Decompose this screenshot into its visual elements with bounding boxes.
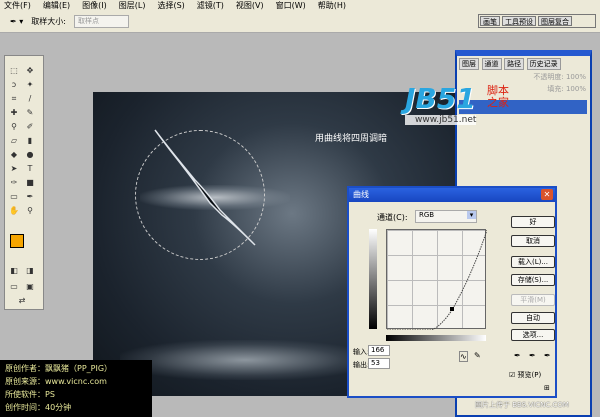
- credit-time: 创作时间：40分钟: [5, 403, 72, 412]
- channel-label: 通道(C):: [377, 213, 408, 222]
- curves-titlebar[interactable]: 曲线 ✕: [349, 188, 555, 202]
- options-button[interactable]: 选项...: [511, 329, 555, 341]
- layer-row-selected[interactable]: [459, 100, 587, 114]
- palette-well: 画笔 工具预设 图层复合: [478, 14, 596, 28]
- save-button[interactable]: 存储(S)...: [511, 274, 555, 286]
- curve-mode-icon[interactable]: ∿: [459, 351, 468, 362]
- smooth-button[interactable]: 平滑(M): [511, 294, 555, 306]
- opacity-field[interactable]: 不透明度: 100%: [457, 72, 590, 82]
- path-select-icon[interactable]: ➤: [9, 164, 19, 174]
- toolbox: ⬚ ✥ ↄ ✦ ⌗ / ✚ ✎ ⚲ ✐ ▱ ▮ ◆ ● ➤ T ✑ ■ ▭ ✒ …: [4, 55, 44, 310]
- curve-line: [387, 229, 488, 331]
- white-eyedropper-icon[interactable]: ✒: [544, 351, 551, 360]
- menu-view[interactable]: 视图(V): [236, 0, 264, 11]
- bird-silhouette: [154, 129, 256, 246]
- channel-select[interactable]: RGB ▾: [415, 210, 477, 223]
- watermark-logo: JB51 脚本之家 www.jb51.net: [405, 82, 509, 125]
- chevron-down-icon: ▾: [467, 211, 476, 219]
- sample-size-select[interactable]: 取样点: [73, 15, 129, 28]
- input-gradient: [386, 335, 486, 341]
- cancel-button[interactable]: 取消: [511, 235, 555, 247]
- watermark-cn: 脚本之家: [487, 84, 509, 109]
- watermark-url: www.jb51.net: [405, 115, 477, 125]
- output-gradient: [369, 229, 377, 329]
- eyedropper-tool-icon[interactable]: ✒: [25, 192, 35, 202]
- screen-mode-icon[interactable]: ▭: [9, 282, 19, 292]
- load-button[interactable]: 载入(L)...: [511, 256, 555, 268]
- move-tool-icon[interactable]: ✥: [25, 66, 35, 76]
- shape-tool-icon[interactable]: ■: [25, 178, 35, 188]
- menu-file[interactable]: 文件(F): [4, 0, 31, 11]
- brush-tool-icon[interactable]: ✎: [25, 108, 35, 118]
- credit-software: 所使软件：PS: [5, 390, 55, 399]
- marquee-tool-icon[interactable]: ⬚: [9, 66, 19, 76]
- menu-bar: 文件(F) 编辑(E) 图像(I) 图层(L) 选择(S) 滤镜(T) 视图(V…: [0, 0, 600, 11]
- output-label: 输出:: [353, 361, 370, 369]
- cloud: [120, 340, 370, 380]
- quickmask-icon[interactable]: ◧: [9, 266, 19, 276]
- pencil-mode-icon[interactable]: ✎: [474, 351, 481, 360]
- menu-filter[interactable]: 滤镜(T): [197, 0, 224, 11]
- menu-select[interactable]: 选择(S): [157, 0, 184, 11]
- fullscreen-icon[interactable]: ▣: [25, 282, 35, 292]
- curve-graph[interactable]: [386, 229, 488, 331]
- tab-channels[interactable]: 通道: [481, 58, 502, 70]
- tab-layers[interactable]: 图层: [459, 58, 479, 70]
- blur-tool-icon[interactable]: ◆: [9, 150, 19, 160]
- watermark-jb51: JB51: [405, 82, 476, 115]
- preview-checkbox[interactable]: ☑ 预览(P): [509, 370, 541, 380]
- auto-button[interactable]: 自动: [511, 312, 555, 324]
- menu-help[interactable]: 帮助(H): [318, 0, 346, 11]
- healing-tool-icon[interactable]: ✚: [9, 108, 19, 118]
- curves-dialog: 曲线 ✕ 通道(C): RGB ▾ 输入: 166 输出: 53 ∿ ✎ 好 取消 …: [347, 186, 557, 398]
- close-icon[interactable]: ✕: [541, 189, 553, 200]
- dodge-tool-icon[interactable]: ●: [25, 150, 35, 160]
- ok-button[interactable]: 好: [511, 216, 555, 228]
- credit-box: 原创作者：飘飘猪（PP_PIG） 原创来源：www.vicnc.com 所使软件…: [0, 360, 152, 417]
- credit-author: 原创作者：飘飘猪（PP_PIG）: [5, 364, 113, 373]
- menu-edit[interactable]: 编辑(E): [43, 0, 70, 11]
- type-tool-icon[interactable]: T: [25, 164, 35, 174]
- gray-eyedropper-icon[interactable]: ✒: [529, 351, 536, 360]
- channel-value: RGB: [419, 211, 435, 219]
- sample-size-label: 取样大小:: [31, 17, 66, 26]
- upload-footer: 图片上传于 BBS.VICNC.COM: [475, 401, 569, 409]
- menu-image[interactable]: 图像(I): [82, 0, 107, 11]
- credit-source: 原创来源：www.vicnc.com: [5, 377, 107, 386]
- eraser-tool-icon[interactable]: ▱: [9, 136, 19, 146]
- well-tab-layer-comps[interactable]: 图层复合: [538, 16, 572, 26]
- imageready-icon[interactable]: ⇄: [17, 296, 27, 306]
- canvas-annotation: 用曲线将四周调暗: [315, 134, 388, 144]
- menu-window[interactable]: 窗口(W): [276, 0, 306, 11]
- black-eyedropper-icon[interactable]: ✒: [514, 351, 521, 360]
- tab-history[interactable]: 历史记录: [526, 58, 561, 70]
- foreground-color[interactable]: [10, 234, 24, 248]
- hand-tool-icon[interactable]: ✋: [9, 206, 19, 216]
- magic-wand-icon[interactable]: ✦: [25, 80, 35, 90]
- menu-layer[interactable]: 图层(L): [119, 0, 146, 11]
- eyedropper-icon[interactable]: ✒ ▾: [10, 17, 23, 26]
- crop-tool-icon[interactable]: ⌗: [9, 94, 19, 104]
- gradient-tool-icon[interactable]: ▮: [25, 136, 35, 146]
- standard-mode-icon[interactable]: ◨: [25, 266, 35, 276]
- zoom-tool-icon[interactable]: ⚲: [25, 206, 35, 216]
- input-label: 输入:: [353, 348, 370, 356]
- well-tab-tool-presets[interactable]: 工具预设: [502, 16, 536, 26]
- slice-tool-icon[interactable]: /: [25, 94, 35, 104]
- notes-tool-icon[interactable]: ▭: [9, 192, 19, 202]
- pen-tool-icon[interactable]: ✑: [9, 178, 19, 188]
- input-field[interactable]: 166: [368, 345, 390, 356]
- history-brush-icon[interactable]: ✐: [25, 122, 35, 132]
- curves-title: 曲线: [353, 190, 369, 199]
- output-field[interactable]: 53: [368, 358, 390, 369]
- expand-icon[interactable]: ⊞: [544, 384, 550, 392]
- curve-point[interactable]: [450, 307, 454, 311]
- fill-field[interactable]: 填充: 100%: [457, 84, 590, 94]
- preview-label: 预览(P): [517, 371, 542, 379]
- lasso-tool-icon[interactable]: ↄ: [9, 80, 19, 90]
- tab-paths[interactable]: 路径: [504, 58, 525, 70]
- stamp-tool-icon[interactable]: ⚲: [9, 122, 19, 132]
- well-tab-brushes[interactable]: 画笔: [480, 16, 500, 26]
